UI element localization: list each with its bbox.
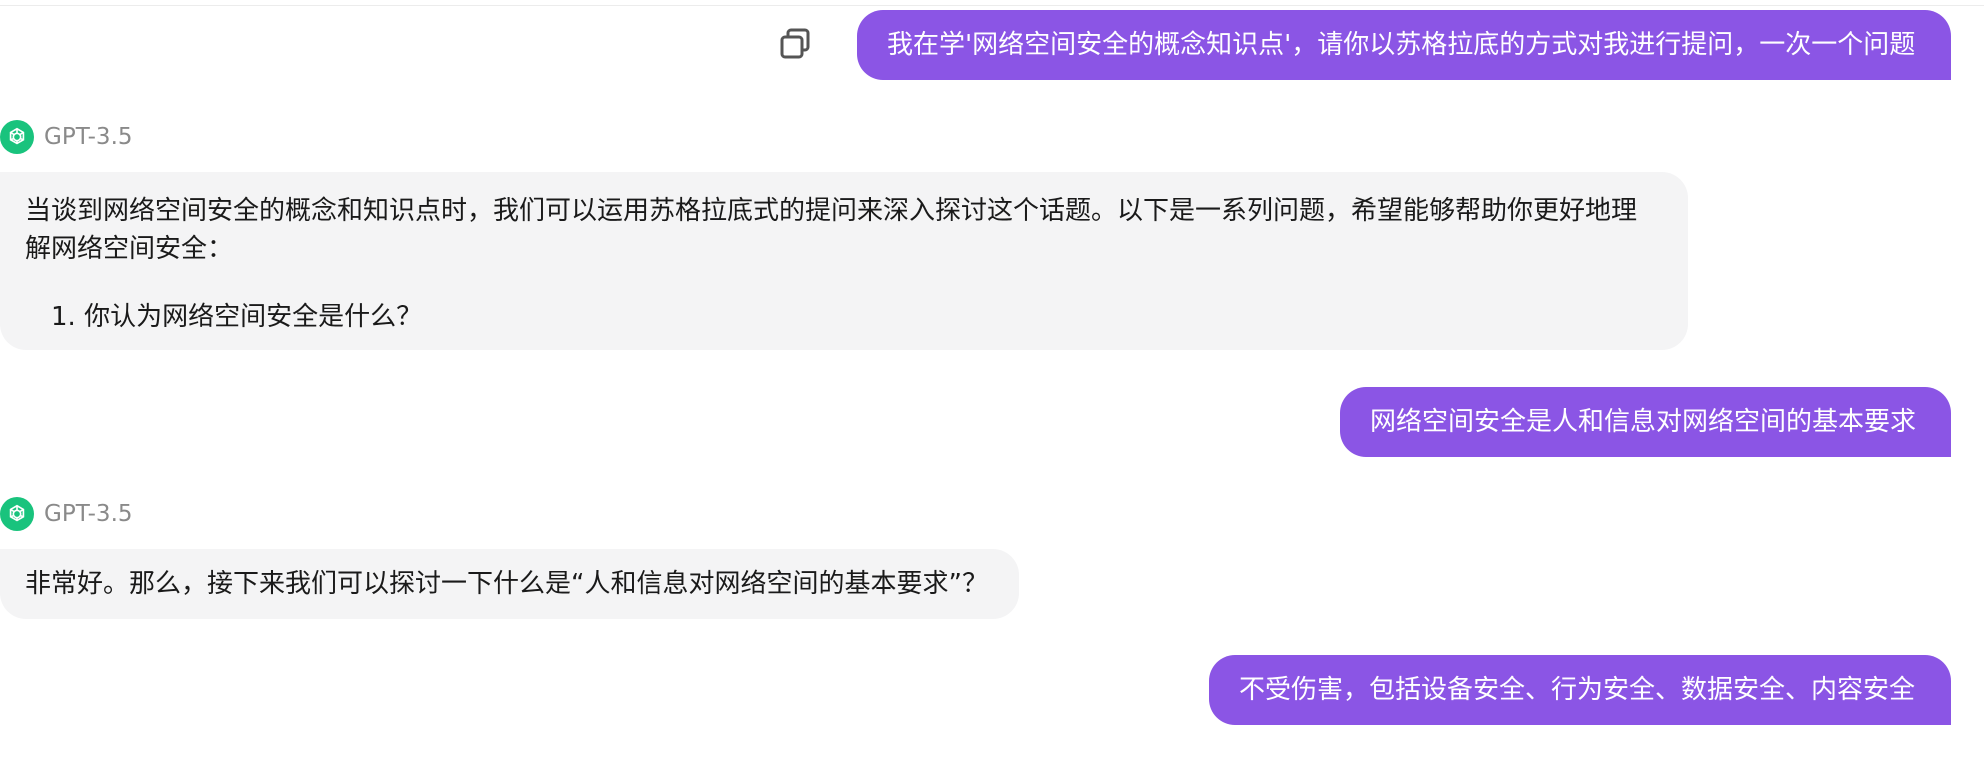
assistant-message: 当谈到网络空间安全的概念和知识点时，我们可以运用苏格拉底式的提问来深入探讨这个话…: [0, 172, 1688, 350]
user-message: 不受伤害，包括设备安全、行为安全、数据安全、内容安全: [1209, 655, 1951, 725]
assistant-paragraph: 当谈到网络空间安全的概念和知识点时，我们可以运用苏格拉底式的提问来深入探讨这个话…: [25, 196, 1638, 264]
assistant-header: GPT-3.5: [0, 119, 133, 155]
assistant-avatar: [0, 120, 34, 154]
list-item: 1. 你认为网络空间安全是什么？: [51, 302, 423, 332]
chat-page: 我在学'网络空间安全的概念知识点'，请你以苏格拉底的方式对我进行提问，一次一个问…: [0, 0, 1984, 759]
question-list: 1. 你认为网络空间安全是什么？: [25, 298, 1658, 336]
assistant-message: 非常好。那么，接下来我们可以探讨一下什么是“人和信息对网络空间的基本要求”？: [0, 549, 1019, 619]
user-message: 我在学'网络空间安全的概念知识点'，请你以苏格拉底的方式对我进行提问，一次一个问…: [857, 10, 1951, 80]
user-message: 网络空间安全是人和信息对网络空间的基本要求: [1340, 387, 1951, 457]
openai-logo-icon: [9, 504, 25, 522]
copy-icon: [780, 28, 810, 59]
top-divider: [0, 5, 1984, 6]
assistant-avatar: [0, 497, 34, 531]
assistant-model-name: GPT-3.5: [44, 501, 133, 527]
openai-logo-icon: [9, 127, 25, 145]
copy-message-button[interactable]: [778, 26, 814, 62]
assistant-paragraph: 非常好。那么，接下来我们可以探讨一下什么是“人和信息对网络空间的基本要求”？: [25, 569, 988, 599]
assistant-model-name: GPT-3.5: [44, 124, 133, 150]
assistant-header: GPT-3.5: [0, 496, 133, 532]
